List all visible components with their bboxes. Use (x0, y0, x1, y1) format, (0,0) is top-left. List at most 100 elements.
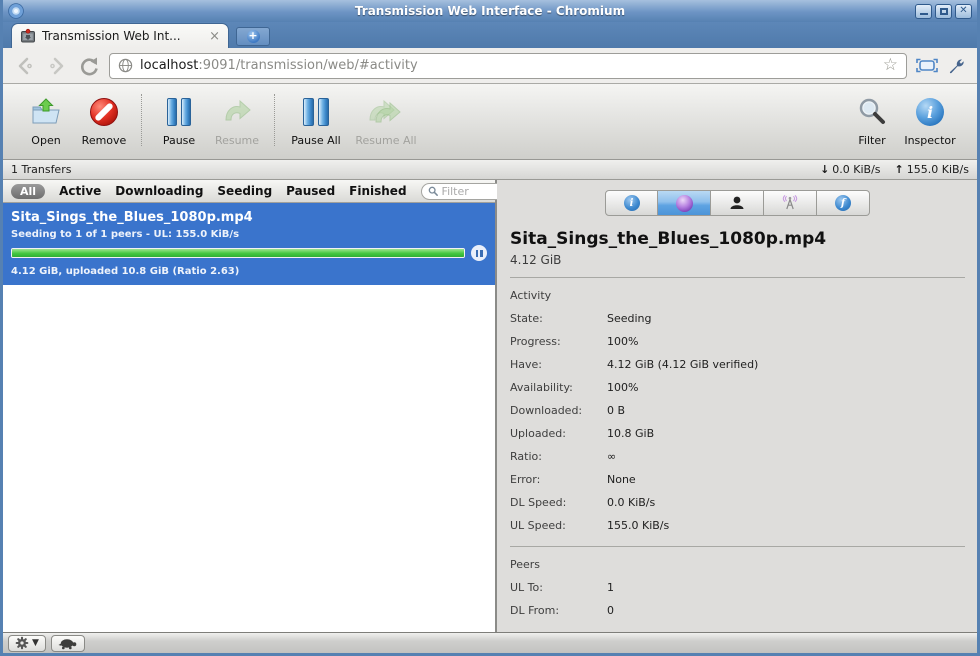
row-downloaded: Downloaded: 0 B (510, 404, 626, 417)
turtle-icon (58, 638, 77, 649)
upload-speed: ↑ 155.0 KiB/s (894, 163, 969, 176)
up-arrow-icon: ↑ (894, 163, 904, 176)
pause-button[interactable]: Pause (150, 94, 208, 147)
inspector-torrent-title: Sita_Sings_the_Blues_1080p.mp4 (510, 229, 827, 249)
row-state: State: Seeding (510, 312, 652, 325)
tab-close-icon[interactable]: × (209, 30, 220, 43)
filter-tab-bar: All Active Downloading Seeding Paused Fi… (3, 180, 511, 203)
transmission-favicon (21, 28, 35, 43)
torrent-progress-fill (12, 249, 464, 257)
filter-tab-seeding[interactable]: Seeding (217, 184, 272, 198)
transmission-toolbar: Open Remove Pause Resume Pause All Resum… (3, 84, 977, 160)
gear-icon (15, 636, 29, 650)
info-icon: i (623, 195, 640, 211)
window-titlebar: Transmission Web Interface - Chromium ✕ (3, 0, 977, 22)
row-uploaded: Uploaded: 10.8 GiB (510, 427, 655, 440)
minimize-button[interactable] (915, 3, 932, 19)
activity-section-heading: Activity (510, 289, 552, 302)
wrench-menu-button[interactable] (947, 56, 967, 76)
torrent-name: Sita_Sings_the_Blues_1080p.mp4 (11, 210, 253, 225)
files-icon: f (835, 195, 851, 211)
toolbar-separator (274, 94, 275, 146)
row-progress: Progress: 100% (510, 335, 639, 348)
torrent-pause-button[interactable] (471, 245, 487, 261)
browser-tab[interactable]: Transmission Web Int... × (11, 23, 229, 48)
filter-tab-downloading[interactable]: Downloading (115, 184, 203, 198)
pause-all-button[interactable]: Pause All (283, 94, 349, 147)
resume-icon (220, 94, 254, 130)
url-path: :9091/transmission/web/#activity (198, 58, 418, 73)
turtle-mode-button[interactable] (50, 634, 85, 652)
magnifier-icon (857, 94, 887, 130)
inspector-torrent-size: 4.12 GiB (510, 253, 562, 267)
filter-tab-finished[interactable]: Finished (349, 184, 406, 198)
download-speed: ↓ 0.0 KiB/s (820, 163, 881, 176)
close-button[interactable]: ✕ (955, 3, 972, 19)
toolbar-separator (141, 94, 142, 146)
peers-person-icon (730, 196, 744, 209)
footer-bar: ▼ (3, 632, 977, 653)
url-text[interactable]: localhost:9091/transmission/web/#activit… (140, 58, 876, 73)
new-tab-button[interactable]: + (236, 27, 270, 46)
browser-tab-strip: Transmission Web Int... × + (3, 22, 977, 48)
row-availability: Availability: 100% (510, 381, 639, 394)
activity-globe-icon (675, 194, 693, 212)
transfer-statusbar: 1 Transfers ↓ 0.0 KiB/s ↑ 155.0 KiB/s (3, 160, 977, 180)
plus-icon: + (246, 29, 260, 43)
resume-all-button[interactable]: Resume All (349, 94, 423, 147)
chromium-window: Transmission Web Interface - Chromium ✕ … (0, 0, 980, 656)
url-host: localhost (140, 58, 199, 73)
page-action-button[interactable] (915, 57, 939, 74)
torrent-status-line: Seeding to 1 of 1 peers - UL: 155.0 KiB/… (11, 229, 240, 240)
filter-search-input[interactable] (441, 184, 504, 198)
filter-tab-active[interactable]: Active (59, 184, 101, 198)
torrent-details-line: 4.12 GiB, uploaded 10.8 GiB (Ratio 2.63) (11, 266, 240, 277)
row-ratio: Ratio: ∞ (510, 450, 617, 463)
forward-button[interactable] (45, 54, 69, 78)
caret-down-icon: ▼ (32, 637, 39, 648)
filter-button[interactable]: Filter (843, 94, 901, 147)
down-arrow-icon: ↓ (820, 163, 830, 176)
window-title: Transmission Web Interface - Chromium (354, 4, 626, 18)
inspector-tab-group: i f (510, 190, 965, 216)
pause-all-icon (303, 94, 329, 130)
filter-tab-all[interactable]: All (11, 183, 46, 199)
transfer-count: 1 Transfers (11, 163, 72, 176)
row-dl-speed: DL Speed: 0.0 KiB/s (510, 496, 656, 509)
row-dl-from: DL From: 0 (510, 604, 614, 617)
settings-menu-button[interactable]: ▼ (8, 634, 46, 652)
open-folder-icon (29, 94, 63, 130)
row-have: Have: 4.12 GiB (4.12 GiB verified) (510, 358, 759, 371)
inspector-button[interactable]: i Inspector (901, 94, 959, 147)
tracker-antenna-icon (782, 195, 798, 210)
search-icon (428, 186, 438, 196)
inspector-tab-tracker[interactable] (764, 190, 817, 216)
back-button[interactable] (13, 54, 37, 78)
reload-button[interactable] (77, 54, 101, 78)
torrent-list-pane: All Active Downloading Seeding Paused Fi… (3, 180, 511, 632)
main-content: All Active Downloading Seeding Paused Fi… (3, 180, 977, 632)
tab-title: Transmission Web Int... (42, 29, 181, 43)
resume-all-icon (366, 94, 406, 130)
url-bar[interactable]: localhost:9091/transmission/web/#activit… (109, 52, 907, 79)
open-button[interactable]: Open (17, 94, 75, 147)
filter-tab-paused[interactable]: Paused (286, 184, 335, 198)
inspector-info-icon: i (916, 94, 944, 130)
globe-icon (118, 58, 133, 73)
remove-button[interactable]: Remove (75, 94, 133, 147)
pause-icon (167, 94, 191, 130)
divider (510, 277, 965, 278)
inspector-tab-activity[interactable] (658, 190, 711, 216)
maximize-button[interactable] (935, 3, 952, 19)
row-ul-to: UL To: 1 (510, 581, 614, 594)
remove-icon (88, 94, 120, 130)
torrent-row[interactable]: Sita_Sings_the_Blues_1080p.mp4 Seeding t… (3, 203, 495, 285)
resume-button[interactable]: Resume (208, 94, 266, 147)
inspector-tab-files[interactable]: f (817, 190, 870, 216)
inspector-pane: i f Sita_Sings_the_Blues_1080p.mp4 4.12 … (497, 180, 977, 632)
inspector-tab-info[interactable]: i (605, 190, 658, 216)
bookmark-star-icon[interactable]: ☆ (883, 57, 898, 74)
inspector-tab-peers[interactable] (711, 190, 764, 216)
torrent-progress-bar (11, 248, 465, 258)
divider (510, 546, 965, 547)
